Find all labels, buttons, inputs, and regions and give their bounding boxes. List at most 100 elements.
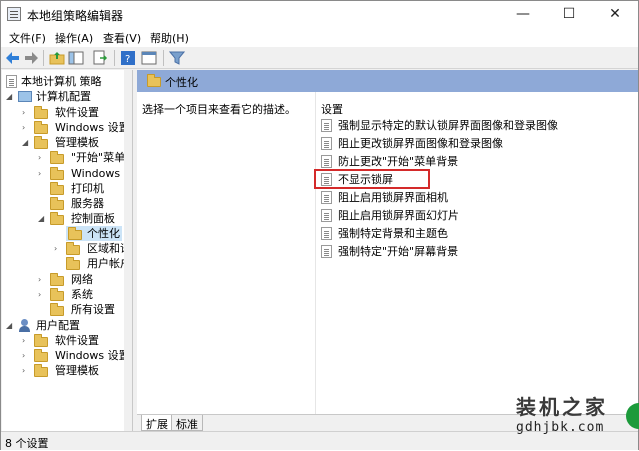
filter-icon[interactable] [169, 50, 185, 66]
maximize-button[interactable]: ☐ [546, 1, 592, 27]
policy-icon [321, 155, 332, 168]
policy-label: 强制特定"开始"屏幕背景 [338, 245, 459, 258]
policy-icon [321, 245, 332, 258]
folder-icon [50, 182, 64, 195]
column-header-setting[interactable]: 设置 [321, 101, 343, 117]
tree-item-label: 个性化 [87, 227, 120, 240]
policy-label: 阻止启用锁屏界面幻灯片 [338, 209, 459, 222]
svg-text:?: ? [125, 54, 130, 65]
tree-item-personalization[interactable]: 个性化 [66, 226, 122, 241]
toolbar-separator [163, 50, 164, 66]
expand-chevron-icon[interactable]: › [38, 154, 46, 162]
tree-item-label: 用户配置 [36, 319, 80, 332]
tree-item-label: 软件设置 [55, 106, 99, 119]
expand-chevron-icon[interactable]: › [54, 245, 62, 253]
collapse-chevron-icon[interactable]: ◢ [22, 139, 30, 147]
pane-divider [315, 92, 316, 414]
menu-view[interactable]: 查看(V) [103, 30, 141, 46]
tree-item-label: 服务器 [71, 197, 104, 210]
window-title: 本地组策略编辑器 [27, 9, 124, 23]
tree-item-label: 所有设置 [71, 303, 115, 316]
folder-icon [50, 167, 64, 180]
expand-chevron-icon[interactable]: › [22, 109, 30, 117]
folder-icon [34, 106, 48, 119]
app-window: 本地组策略编辑器 — ☐ ✕ 文件(F) 操作(A) 查看(V) 帮助(H) ?… [0, 0, 639, 450]
policy-label: 防止更改"开始"菜单背景 [338, 155, 459, 168]
folder-icon [34, 121, 48, 134]
collapse-chevron-icon[interactable]: ◢ [38, 215, 46, 223]
folder-icon [66, 257, 80, 270]
show-hide-tree-icon[interactable] [68, 50, 84, 66]
minimize-button[interactable]: — [500, 1, 546, 27]
folder-icon [50, 151, 64, 164]
help-icon[interactable]: ? [120, 50, 136, 66]
tab-standard[interactable]: 标准 [171, 415, 203, 431]
tree-item-label: 管理模板 [55, 136, 99, 149]
properties-window-icon[interactable] [141, 50, 157, 66]
folder-icon [50, 288, 64, 301]
policy-icon [321, 137, 332, 150]
tab-extended[interactable]: 扩展 [141, 415, 173, 431]
tree-item-label: 软件设置 [55, 334, 99, 347]
menu-action[interactable]: 操作(A) [55, 30, 93, 46]
expand-chevron-icon[interactable]: › [22, 337, 30, 345]
policy-icon [321, 227, 332, 240]
folder-icon [34, 136, 48, 149]
up-folder-icon[interactable] [49, 50, 65, 66]
expand-chevron-icon[interactable]: › [38, 276, 46, 284]
export-list-icon[interactable] [92, 50, 108, 66]
policy-label: 阻止更改锁屏界面图像和登录图像 [338, 137, 503, 150]
watermark: 装机之家 gdhjbk.com [498, 391, 639, 449]
policy-document-icon [6, 75, 17, 88]
folder-icon [34, 364, 48, 377]
collapse-chevron-icon[interactable]: ◢ [6, 93, 14, 101]
toolbar-separator [43, 50, 44, 66]
tree-item-label: 本地计算机 策略 [21, 75, 102, 88]
details-header: 个性化 [137, 70, 638, 92]
policy-label: 强制显示特定的默认锁屏界面图像和登录图像 [338, 119, 558, 132]
folder-icon [66, 242, 80, 255]
tree-item-label: Windows 设置 [55, 349, 130, 362]
expand-chevron-icon[interactable]: › [22, 367, 30, 375]
folder-icon [50, 212, 64, 225]
close-button[interactable]: ✕ [592, 1, 638, 27]
menu-help[interactable]: 帮助(H) [150, 30, 189, 46]
policy-label: 强制特定背景和主题色 [338, 227, 448, 240]
app-icon [7, 7, 21, 21]
tree-item-label: 计算机配置 [36, 90, 91, 103]
folder-icon [50, 197, 64, 210]
highlight-box [314, 169, 430, 189]
watermark-url: gdhjbk.com [516, 420, 605, 435]
description-text: 选择一个项目来查看它的描述。 [142, 103, 296, 116]
tree-item-label: 控制面板 [71, 212, 115, 225]
folder-icon [50, 303, 64, 316]
policy-label: 阻止启用锁屏界面相机 [338, 191, 448, 204]
expand-chevron-icon[interactable]: › [38, 291, 46, 299]
tree-item-label: 系统 [71, 288, 93, 301]
back-arrow-icon[interactable] [5, 50, 21, 66]
details-pane: 个性化 选择一个项目来查看它的描述。 设置 强制显示特定的默认锁屏界面图像和登录… [137, 70, 638, 414]
tree-item-label: Windows 设置 [55, 121, 130, 134]
expand-chevron-icon[interactable]: › [22, 124, 30, 132]
watermark-title: 装机之家 [516, 395, 608, 419]
tree-item-label: 管理模板 [55, 364, 99, 377]
computer-icon [18, 91, 32, 102]
navigation-tree: 本地计算机 策略 ◢ 计算机配置 › 软件设置 › Windows 设置 ◢ 管… [2, 70, 133, 431]
forward-arrow-icon[interactable] [23, 50, 39, 66]
watermark-logo-icon [626, 403, 639, 429]
folder-icon [34, 349, 48, 362]
user-icon [18, 319, 32, 332]
title-bar: 本地组策略编辑器 — ☐ ✕ [1, 1, 638, 27]
folder-icon [34, 334, 48, 347]
expand-chevron-icon[interactable]: › [38, 170, 46, 178]
details-header-title: 个性化 [165, 76, 198, 89]
menu-bar: 文件(F) 操作(A) 查看(V) 帮助(H) [1, 27, 638, 47]
toolbar-separator [114, 50, 115, 66]
tree-item-label: 网络 [71, 273, 93, 286]
expand-chevron-icon[interactable]: › [22, 352, 30, 360]
collapse-chevron-icon[interactable]: ◢ [6, 322, 14, 330]
status-count: 8 个设置 [5, 437, 49, 450]
toolbar: ? [1, 47, 638, 69]
menu-file[interactable]: 文件(F) [9, 30, 46, 46]
tree-scrollbar[interactable] [124, 70, 132, 431]
